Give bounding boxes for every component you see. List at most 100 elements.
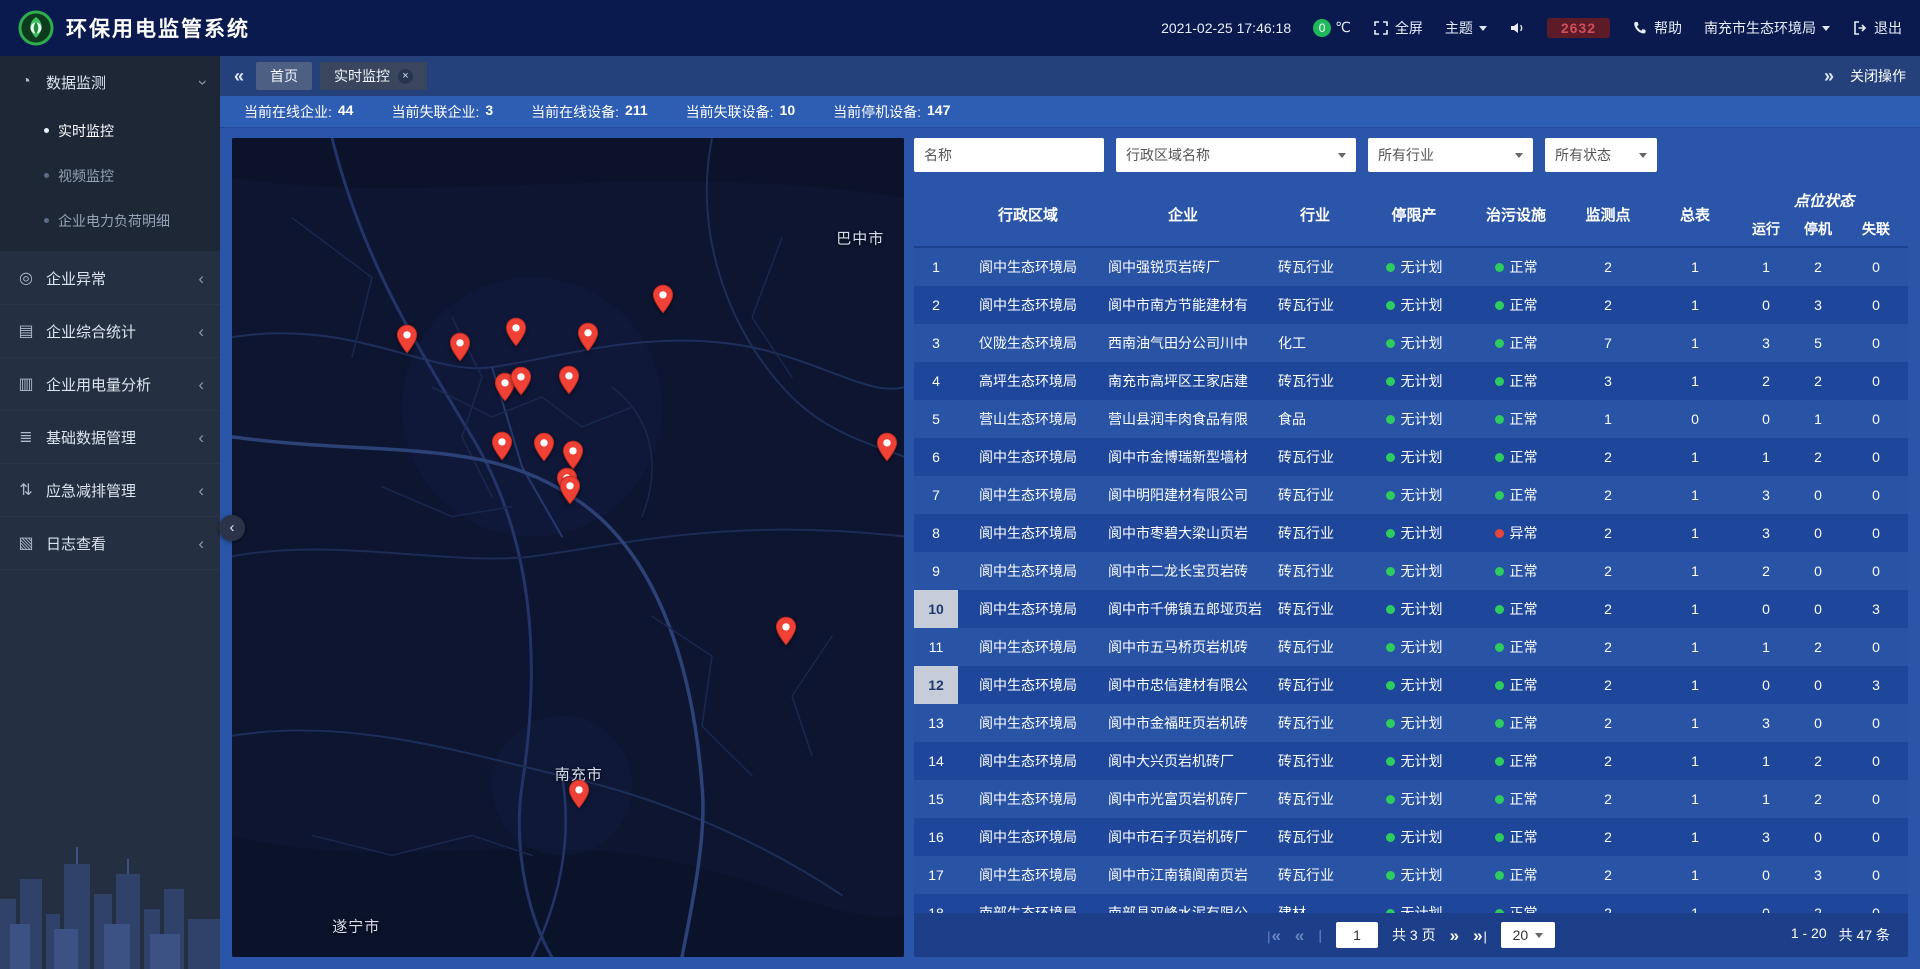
row-index: 3 bbox=[914, 324, 958, 362]
row-run-count: 0 bbox=[1740, 666, 1792, 704]
column-header-index bbox=[914, 182, 958, 246]
tab-close-icon[interactable]: × bbox=[398, 69, 413, 84]
sidebar-item-0-1[interactable]: 视频监控 bbox=[0, 153, 220, 198]
table-row[interactable]: 2阆中生态环境局阆中市南方节能建材有砖瓦行业无计划正常21030 bbox=[914, 286, 1908, 324]
table-row[interactable]: 18南部生态环境局南部县双峰水泥有限公建材无计划正常21020 bbox=[914, 894, 1908, 913]
table-row[interactable]: 16阆中生态环境局阆中市石子页岩机砖厂砖瓦行业无计划正常21300 bbox=[914, 818, 1908, 856]
row-run-count: 0 bbox=[1740, 894, 1792, 913]
tab-item-0[interactable]: 首页 bbox=[256, 62, 312, 90]
status-dot-icon bbox=[1386, 377, 1395, 386]
map-pin-icon[interactable] bbox=[558, 365, 580, 395]
map-panel[interactable]: 巴中市南充市遂宁市 ‹ bbox=[232, 138, 904, 957]
map-pin-icon[interactable] bbox=[449, 332, 471, 362]
logout-button[interactable]: 退出 bbox=[1852, 18, 1902, 38]
map-pin-icon[interactable] bbox=[559, 475, 581, 505]
sidebar-section-header-1[interactable]: ◎企业异常‹ bbox=[0, 252, 220, 304]
pagination-next-button[interactable]: » bbox=[1450, 927, 1459, 944]
sidebar-item-0-0[interactable]: 实时监控 bbox=[0, 108, 220, 153]
table-row[interactable]: 4高坪生态环境局南充市高坪区王家店建砖瓦行业无计划正常31220 bbox=[914, 362, 1908, 400]
tabs-scroll-left-button[interactable]: « bbox=[234, 67, 244, 85]
row-industry: 砖瓦行业 bbox=[1268, 438, 1362, 476]
pagination-prev-button[interactable]: « bbox=[1295, 927, 1304, 944]
row-monitor-points: 2 bbox=[1566, 742, 1650, 780]
close-operations-button[interactable]: 关闭操作 bbox=[1850, 66, 1906, 86]
page-size-select[interactable]: 20 bbox=[1501, 922, 1555, 948]
table-row[interactable]: 6阆中生态环境局阆中市金博瑞新型墙材砖瓦行业无计划正常21120 bbox=[914, 438, 1908, 476]
map-pin-icon[interactable] bbox=[505, 317, 527, 347]
map-pin-icon[interactable] bbox=[510, 366, 532, 396]
org-dropdown[interactable]: 南充市生态环境局 bbox=[1704, 18, 1830, 38]
table-row[interactable]: 8阆中生态环境局阆中市枣碧大梁山页岩砖瓦行业无计划异常21300 bbox=[914, 514, 1908, 552]
alert-count-badge[interactable]: 2632 bbox=[1547, 18, 1610, 38]
table-row[interactable]: 9阆中生态环境局阆中市二龙长宝页岩砖砖瓦行业无计划正常21200 bbox=[914, 552, 1908, 590]
table-row[interactable]: 13阆中生态环境局阆中市金福旺页岩机砖砖瓦行业无计划正常21300 bbox=[914, 704, 1908, 742]
table-row[interactable]: 5营山生态环境局营山县润丰肉食品有限食品无计划正常10010 bbox=[914, 400, 1908, 438]
pagination-first-button[interactable]: « bbox=[1267, 927, 1281, 944]
row-monitor-points: 2 bbox=[1566, 552, 1650, 590]
map-pin-icon[interactable] bbox=[652, 284, 674, 314]
sidebar-section-header-2[interactable]: ▤企业综合统计‹ bbox=[0, 305, 220, 357]
column-group-point-status: 点位状态 bbox=[1740, 182, 1908, 212]
sidebar-section-header-3[interactable]: ▥企业用电量分析‹ bbox=[0, 358, 220, 410]
industry-filter-select[interactable]: 所有行业 bbox=[1368, 138, 1533, 172]
map-pin-icon[interactable] bbox=[577, 322, 599, 352]
row-industry: 砖瓦行业 bbox=[1268, 286, 1362, 324]
map-pin-icon[interactable] bbox=[562, 440, 584, 470]
column-header-stop: 停机 bbox=[1792, 212, 1844, 246]
fullscreen-button[interactable]: 全屏 bbox=[1373, 18, 1423, 38]
table-row[interactable]: 7阆中生态环境局阆中明阳建材有限公司砖瓦行业无计划正常21300 bbox=[914, 476, 1908, 514]
tab-item-1[interactable]: 实时监控× bbox=[320, 62, 427, 90]
row-region: 阆中生态环境局 bbox=[958, 742, 1098, 780]
tabs-scroll-right-button[interactable]: » bbox=[1824, 67, 1834, 85]
row-run-count: 1 bbox=[1740, 780, 1792, 818]
table-row[interactable]: 11阆中生态环境局阆中市五马桥页岩机砖砖瓦行业无计划正常21120 bbox=[914, 628, 1908, 666]
map-pin-icon[interactable] bbox=[568, 779, 590, 809]
row-total-meter: 1 bbox=[1650, 286, 1740, 324]
row-limit-status: 无计划 bbox=[1362, 704, 1466, 742]
map-pin-icon[interactable] bbox=[876, 432, 898, 462]
sidebar-section-2: ▤企业综合统计‹ bbox=[0, 305, 220, 358]
status-dot-icon bbox=[1495, 453, 1504, 462]
row-region: 仪陇生态环境局 bbox=[958, 324, 1098, 362]
row-facility-status: 异常 bbox=[1466, 514, 1566, 552]
map-pin-icon[interactable] bbox=[533, 432, 555, 462]
table-row[interactable]: 3仪陇生态环境局西南油气田分公司川中化工无计划正常71350 bbox=[914, 324, 1908, 362]
table-row[interactable]: 1阆中生态环境局阆中强锐页岩砖厂砖瓦行业无计划正常21120 bbox=[914, 248, 1908, 286]
theme-dropdown[interactable]: 主题 bbox=[1445, 18, 1487, 38]
row-limit-status: 无计划 bbox=[1362, 818, 1466, 856]
table-row[interactable]: 17阆中生态环境局阆中市江南镇阆南页岩砖瓦行业无计划正常21030 bbox=[914, 856, 1908, 894]
row-limit-status: 无计划 bbox=[1362, 324, 1466, 362]
table-row[interactable]: 10阆中生态环境局阆中市千佛镇五郎垭页岩砖瓦行业无计划正常21003 bbox=[914, 590, 1908, 628]
pagination-separator: | bbox=[1318, 927, 1322, 943]
name-filter-input[interactable] bbox=[914, 138, 1104, 172]
map-collapse-button[interactable]: ‹ bbox=[219, 515, 245, 541]
sidebar-section-header-5[interactable]: ⇅应急减排管理‹ bbox=[0, 464, 220, 516]
sidebar-section-header-0[interactable]: ◔数据监测‹ bbox=[0, 56, 220, 108]
map-canvas[interactable]: 巴中市南充市遂宁市 bbox=[232, 138, 904, 957]
table-row[interactable]: 14阆中生态环境局阆中大兴页岩机砖厂砖瓦行业无计划正常21120 bbox=[914, 742, 1908, 780]
map-pin-icon[interactable] bbox=[775, 616, 797, 646]
pagination-page-input[interactable]: 1 bbox=[1336, 922, 1378, 948]
tab-bar: « 首页实时监控× » 关闭操作 bbox=[220, 56, 1920, 96]
status-filter-select[interactable]: 所有状态 bbox=[1545, 138, 1657, 172]
sidebar-section-header-4[interactable]: ≣基础数据管理‹ bbox=[0, 411, 220, 463]
map-pin-icon[interactable] bbox=[491, 431, 513, 461]
row-industry: 化工 bbox=[1268, 324, 1362, 362]
sidebar-section-header-6[interactable]: ▧日志查看‹ bbox=[0, 517, 220, 569]
region-filter-select[interactable]: 行政区域名称 bbox=[1116, 138, 1356, 172]
announcement-button[interactable] bbox=[1509, 20, 1525, 36]
row-region: 阆中生态环境局 bbox=[958, 590, 1098, 628]
help-button[interactable]: 帮助 bbox=[1632, 18, 1682, 38]
row-limit-status: 无计划 bbox=[1362, 286, 1466, 324]
row-stop-count: 3 bbox=[1792, 286, 1844, 324]
row-monitor-points: 2 bbox=[1566, 590, 1650, 628]
row-enterprise: 阆中市五马桥页岩机砖 bbox=[1098, 628, 1268, 666]
sidebar-item-0-2[interactable]: 企业电力负荷明细 bbox=[0, 198, 220, 243]
table-row[interactable]: 12阆中生态环境局阆中市忠信建材有限公砖瓦行业无计划正常21003 bbox=[914, 666, 1908, 704]
row-region: 阆中生态环境局 bbox=[958, 552, 1098, 590]
table-row[interactable]: 15阆中生态环境局阆中市光富页岩机砖厂砖瓦行业无计划正常21120 bbox=[914, 780, 1908, 818]
row-industry: 砖瓦行业 bbox=[1268, 476, 1362, 514]
pagination-last-button[interactable]: » bbox=[1473, 927, 1487, 944]
map-pin-icon[interactable] bbox=[396, 324, 418, 354]
phone-icon bbox=[1632, 20, 1648, 36]
